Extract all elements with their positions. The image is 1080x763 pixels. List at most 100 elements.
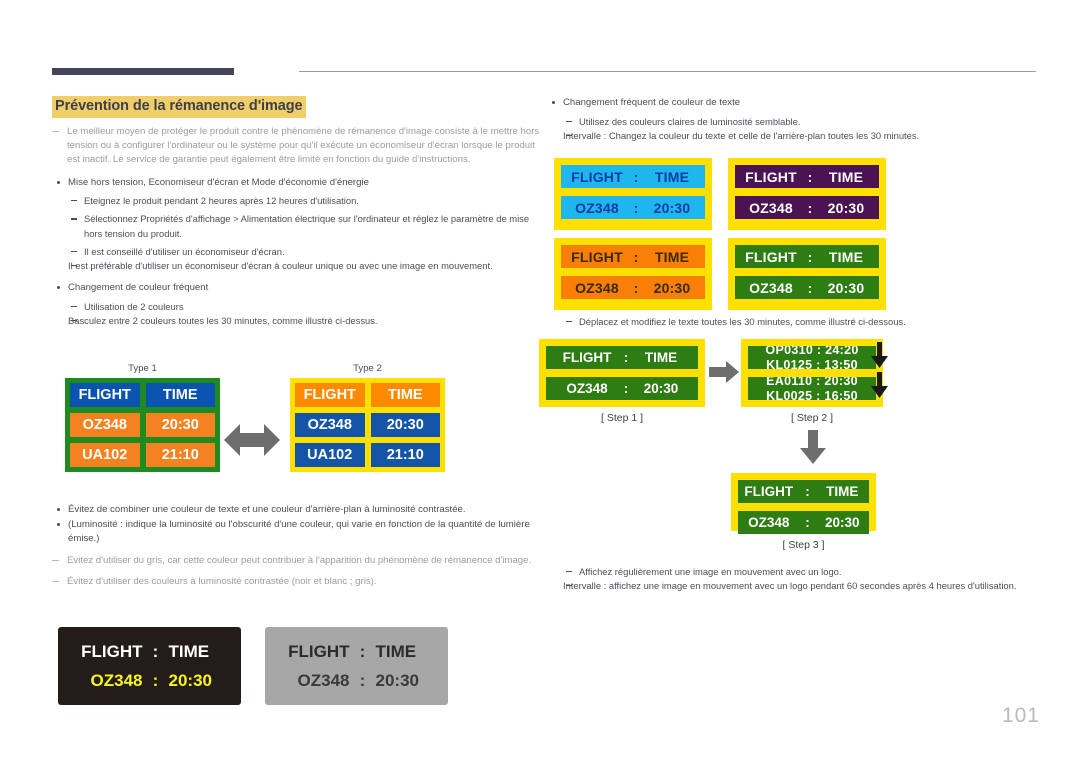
color-board-cell: 20:30 (827, 199, 865, 216)
step1-label: [ Step 1 ] (600, 412, 644, 424)
sample-gray-sep1: : (359, 641, 366, 661)
color-board-cell: FLIGHT (571, 248, 623, 265)
note-best-practice: Le meilleur moyen de protéger le produit… (52, 125, 542, 168)
step2-strip2-line-b: KL0025 : 16:50 (766, 389, 858, 400)
step3-data-strip: OZ348 : 20:30 (738, 511, 869, 534)
table-cell: 21:10 (370, 443, 440, 467)
dash-light-colors-sub: Intervalle : Changez la couleur du texte… (563, 129, 1036, 143)
step2-strip1: OP0310 : 24:20 KL0125 : 13:50 (748, 346, 876, 369)
color-board-cell: : (807, 279, 813, 296)
sample-dark-flight-label: FLIGHT (81, 641, 143, 661)
page-title: Prévention de la rémanence d'image (52, 96, 307, 118)
color-board-cell: : (807, 248, 813, 265)
scroll-down-arrows (869, 342, 891, 407)
step2-label: [ Step 2 ] (790, 412, 834, 424)
table-row: FLIGHT TIME (70, 383, 215, 407)
table-header-cell: FLIGHT (70, 383, 140, 407)
type1-board: FLIGHT TIME OZ348 20:30 UA102 21:10 (65, 378, 220, 472)
step3-sep1: : (805, 484, 810, 499)
page-number: 101 (1001, 704, 1040, 727)
bullet-color-change: Changement de couleur fréquent (52, 281, 542, 296)
bullet-text-color-change: Changement fréquent de couleur de texte (547, 96, 1036, 111)
color-board-cell: 20:30 (653, 279, 691, 296)
table-cell: 21:10 (145, 443, 215, 467)
sample-gray-line2: OZ348 : 20:30 (265, 666, 448, 695)
color-board-data-strip: OZ348:20:30 (561, 196, 705, 219)
sample-dark-time-label: TIME (168, 641, 210, 661)
step2-strip2: EA0110 : 20:30 KL0025 : 16:50 (748, 377, 876, 400)
header-rule-thick (52, 68, 234, 75)
left-column-lower: Évitez de combiner une couleur de texte … (52, 503, 542, 589)
step1-flight-code: OZ348 (566, 381, 608, 396)
dash-move-text: Déplacez et modifiez le texte toutes les… (563, 315, 1036, 329)
step2-strip1-inner: OP0310 : 24:20 KL0125 : 13:50 (748, 346, 876, 369)
note-avoid-contrast-colors: Évitez d'utiliser des couleurs à luminos… (52, 575, 542, 589)
table-cell: OZ348 (295, 413, 365, 437)
sample-gray-line1: FLIGHT : TIME (265, 637, 448, 666)
sample-board-dark: FLIGHT : TIME OZ348 : 20:30 (58, 627, 241, 705)
sample-gray-time-label: TIME (375, 641, 417, 661)
table-row: UA102 21:10 (70, 443, 215, 467)
step1-time-label: TIME (644, 350, 678, 365)
header-rule (52, 66, 1036, 78)
sample-dark-flight-code: OZ348 (90, 670, 143, 690)
step3-label: [ Step 3 ] (782, 539, 825, 551)
step3-board: FLIGHT : TIME OZ348 : 20:30 (731, 473, 876, 534)
table-row: OZ348 20:30 (295, 413, 440, 437)
color-board-header-strip: FLIGHT: TIME (561, 245, 705, 268)
color-board-cell: TIME (828, 248, 864, 265)
color-board-cell: OZ348 (749, 279, 793, 296)
color-board-cell: TIME (654, 248, 690, 265)
sample-dark-line1: FLIGHT : TIME (58, 637, 241, 666)
table-header-cell: TIME (145, 383, 215, 407)
color-board-cell: : (807, 199, 813, 216)
sample-dark-line2: OZ348 : 20:30 (58, 666, 241, 695)
step2-strip1-line-a: OP0310 : 24:20 (765, 346, 859, 357)
table-row: OZ348 20:30 (70, 413, 215, 437)
table-header-cell: FLIGHT (295, 383, 365, 407)
left-column: Prévention de la rémanence d'image Le me… (52, 96, 542, 328)
color-board-cell: FLIGHT (571, 168, 623, 185)
color-board-cell: OZ348 (575, 279, 619, 296)
step1-time-value: 20:30 (643, 381, 679, 396)
dash-two-colors: Utilisation de 2 couleurs (68, 300, 542, 314)
color-board-data-strip: OZ348:20:30 (735, 276, 879, 299)
table-row: UA102 21:10 (295, 443, 440, 467)
color-board-data-strip: OZ348:20:30 (561, 276, 705, 299)
color-board-cell: FLIGHT (745, 168, 797, 185)
step2-board: OP0310 : 24:20 KL0125 : 13:50 EA0110 : 2… (741, 339, 883, 407)
type2-label: Type 2 (353, 363, 382, 374)
step2-strip1-line-b: KL0125 : 13:50 (766, 358, 858, 369)
color-board-cell: TIME (654, 168, 690, 185)
dash-two-colors-sub: Basculez entre 2 couleurs toutes les 30 … (68, 314, 542, 328)
luminosity-definition: (Luminosité : indique la luminosité ou l… (68, 518, 530, 545)
sample-gray-time-value: 20:30 (375, 670, 419, 690)
table-cell: 20:30 (370, 413, 440, 437)
color-board-header-strip: FLIGHT: TIME (735, 245, 879, 268)
sample-gray-sep2: : (359, 670, 366, 690)
page-title-wrap: Prévention de la rémanence d'image (52, 96, 542, 118)
type1-label: Type 1 (128, 363, 157, 374)
type1-example: Type 1 FLIGHT TIME OZ348 20:30 UA102 21:10 (65, 363, 220, 472)
table-header-cell: TIME (370, 383, 440, 407)
table-cell: UA102 (295, 443, 365, 467)
type2-example: Type 2 FLIGHT TIME OZ348 20:30 UA102 21:10 (290, 363, 445, 472)
color-board-cell: 20:30 (653, 199, 691, 216)
step-transition-arrow-icon (709, 361, 739, 388)
sample-dark-sep2: : (152, 670, 159, 690)
color-board-green: FLIGHT: TIME OZ348:20:30 (728, 238, 886, 310)
swap-double-arrow-icon (224, 420, 280, 465)
dash-light-colors: Utilisez des couleurs claires de luminos… (563, 115, 1036, 129)
color-board-data-strip: OZ348:20:30 (735, 196, 879, 219)
step1-sep1: : (623, 350, 629, 365)
step2-strip2-line-a: EA0110 : 20:30 (766, 377, 858, 388)
table-cell: UA102 (70, 443, 140, 467)
sample-board-gray: FLIGHT : TIME OZ348 : 20:30 (265, 627, 448, 705)
step1-data-strip: OZ348 : 20:30 (546, 377, 698, 400)
sample-dark-sep1: : (152, 641, 159, 661)
color-board-header-strip: FLIGHT: TIME (735, 165, 879, 188)
dash-moving-logo-sub: Intervalle : affichez une image en mouve… (563, 579, 1036, 593)
bullet-avoid-contrast: Évitez de combiner une couleur de texte … (52, 503, 542, 518)
color-board-cell: 20:30 (827, 279, 865, 296)
step2-strip2-inner: EA0110 : 20:30 KL0025 : 16:50 (748, 377, 876, 400)
